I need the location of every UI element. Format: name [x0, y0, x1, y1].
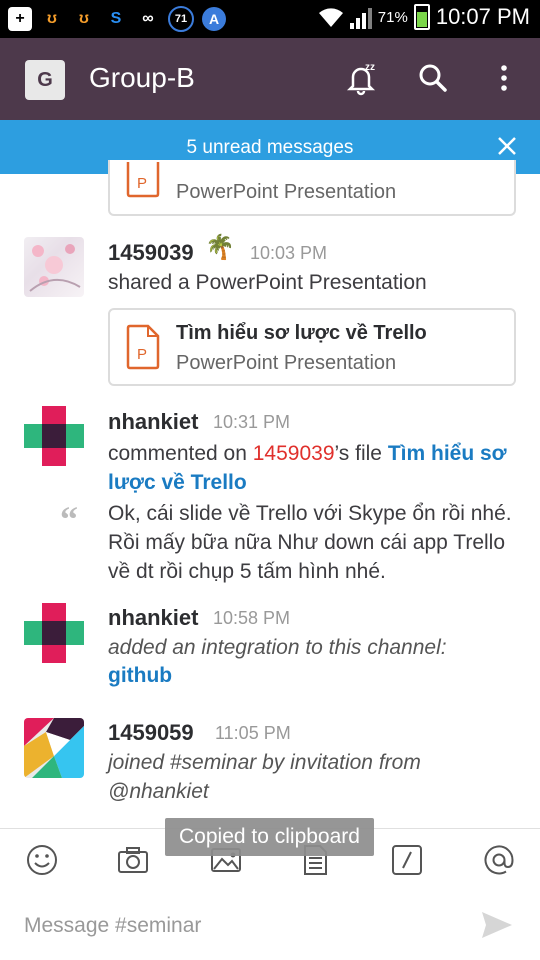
avatar-image — [24, 406, 84, 466]
lock-icon: A — [202, 7, 226, 31]
badge-icon: 71 — [168, 6, 194, 32]
battery-percent: 71% — [377, 8, 408, 26]
message-text: joined #seminar by invitation from @nhan… — [108, 751, 421, 803]
timestamp: 10:58 PM — [213, 608, 291, 628]
avatar-image — [24, 603, 84, 663]
message-text: added an integration to this channel: — [108, 636, 447, 659]
page-title[interactable]: Group-B — [89, 62, 195, 94]
svg-text:P: P — [137, 346, 147, 363]
message-text: commented on 1459039’s file Tìm hiểu sơ … — [108, 439, 518, 497]
team-avatar[interactable]: G — [25, 60, 65, 100]
avatar-image — [24, 718, 84, 778]
comment-mid: ’s file — [334, 442, 388, 465]
powerpoint-icon: P — [126, 324, 160, 370]
attachment-subtitle: PowerPoint Presentation — [176, 352, 397, 374]
avatar[interactable] — [24, 603, 84, 663]
battery-icon — [413, 4, 430, 30]
svg-text:zz: zz — [365, 62, 375, 73]
clock: 10:07 PM — [435, 4, 530, 29]
attachment-card[interactable]: P PowerPoint Presentation — [108, 160, 516, 216]
comment-quote: Ok, cái slide về Trello với Skype ổn rồi… — [108, 502, 512, 583]
close-icon[interactable] — [496, 135, 518, 157]
attachment-card[interactable]: P Tìm hiểu sơ lược về Trello PowerPoint … — [108, 308, 516, 386]
attachment-title: Tìm hiểu sơ lược về Trello — [176, 322, 427, 344]
user-mention[interactable]: 1459039 — [253, 442, 335, 465]
status-bar: + ʊ ʊ S ∞ 71 A 71% 10:07 PM — [0, 0, 540, 38]
quote-icon: “ — [60, 499, 78, 539]
timestamp: 10:31 PM — [213, 412, 291, 432]
integration-link[interactable]: github — [108, 661, 172, 690]
add-icon: + — [8, 7, 32, 31]
sender-name[interactable]: 1459059 — [108, 720, 194, 746]
search-icon[interactable] — [415, 60, 451, 96]
clipboard-toast: Copied to clipboard — [165, 818, 374, 856]
uc-browser-icon-2: ʊ — [79, 10, 89, 27]
message-input[interactable]: Message #seminar — [24, 914, 201, 938]
smiley-icon[interactable] — [25, 843, 59, 877]
avatar-image — [29, 244, 81, 292]
app-bar: G Group-B zz — [0, 38, 540, 120]
app-icon: ∞ — [142, 10, 154, 27]
attachment-subtitle: PowerPoint Presentation — [176, 181, 397, 203]
uc-browser-icon: ʊ — [47, 10, 57, 27]
palm-tree-emoji: 🌴 — [205, 234, 235, 261]
timestamp: 11:05 PM — [215, 723, 291, 743]
slash-icon[interactable] — [390, 843, 424, 877]
more-icon[interactable] — [486, 60, 522, 96]
powerpoint-icon: P — [126, 162, 160, 198]
message-text: shared a PowerPoint Presentation — [108, 271, 427, 294]
avatar[interactable] — [24, 406, 84, 466]
at-icon[interactable] — [482, 843, 516, 877]
unread-banner-text: 5 unread messages — [186, 137, 354, 158]
sender-name[interactable]: nhankiet — [108, 605, 198, 631]
skype-icon: S — [110, 10, 122, 27]
notification-icons: + ʊ ʊ S ∞ 71 A — [8, 6, 226, 32]
comment-prefix: commented on — [108, 442, 253, 465]
svg-text:P: P — [137, 175, 147, 192]
signal-icon — [349, 5, 372, 29]
sender-name[interactable]: 1459039 — [108, 240, 194, 266]
send-icon[interactable] — [480, 908, 514, 942]
wifi-icon — [318, 8, 343, 27]
avatar[interactable] — [24, 718, 84, 778]
camera-icon[interactable] — [116, 843, 150, 877]
snooze-bell-icon[interactable]: zz — [343, 60, 379, 96]
sender-name[interactable]: nhankiet — [108, 409, 198, 435]
avatar[interactable] — [24, 237, 84, 297]
timestamp: 10:03 PM — [250, 243, 328, 263]
